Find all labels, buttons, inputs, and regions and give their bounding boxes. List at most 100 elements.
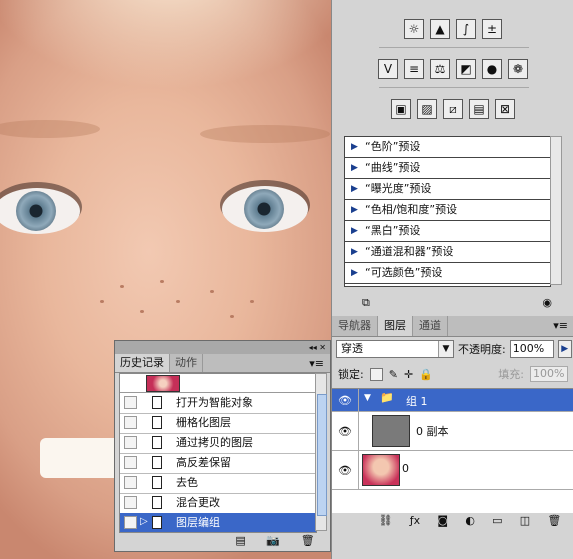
history-footer: ▤ 📷 🗑 <box>225 534 325 547</box>
tab-channels[interactable]: 通道 <box>413 316 448 336</box>
layer-row-group[interactable]: 👁 ▼ 📁 组 1 <box>332 389 573 412</box>
preset-item[interactable]: ▶ “色相/饱和度”预设 <box>345 200 550 221</box>
clip-icon[interactable]: ⧉ <box>362 296 370 310</box>
fx-icon[interactable]: ƒx <box>410 514 420 527</box>
expand-arrow-icon: ▶ <box>351 163 358 173</box>
expand-arrow-icon: ▶ <box>351 268 358 278</box>
preset-item[interactable]: ▶ “曲线”预设 <box>345 158 550 179</box>
history-item[interactable]: 打开为智能对象 <box>120 393 316 414</box>
history-source-checkbox[interactable] <box>124 516 137 529</box>
adjustments-panel: ☼ ▲ ∫ ± V ≡ ⚖ ◩ ● ❁ ▣ ▨ ⧄ ▤ ⊠ ▶ “色阶”预设 ▶ “… <box>331 0 573 316</box>
lock-label: 锁定: <box>338 368 364 381</box>
channel-mixer-icon[interactable]: ❁ <box>508 59 528 79</box>
blend-opacity-row: 穿透 ▼ 不透明度: 100% ▶ <box>336 340 572 358</box>
trash-icon[interactable]: 🗑 <box>547 514 561 527</box>
folder-icon: 📁 <box>380 391 394 404</box>
invert-icon[interactable]: ▣ <box>391 99 411 119</box>
brightness-icon[interactable]: ☼ <box>404 19 424 39</box>
opacity-label: 不透明度: <box>458 343 506 356</box>
history-item[interactable]: 通过拷贝的图层 <box>120 433 316 454</box>
layer-row[interactable]: 👁 0 副本 <box>332 412 573 451</box>
posterize-icon[interactable]: ▨ <box>417 99 437 119</box>
history-item[interactable]: 混合更改 <box>120 493 316 514</box>
history-item[interactable]: 高反差保留 <box>120 453 316 474</box>
vibrance-icon[interactable]: V <box>378 59 398 79</box>
history-source-checkbox[interactable] <box>124 436 137 449</box>
history-item[interactable]: 去色 <box>120 473 316 494</box>
preset-item[interactable]: ▶ “色阶”预设 <box>345 137 550 158</box>
lock-row: 锁定: ✎ ✛ 🔒 填充: 100% <box>338 366 568 382</box>
blend-mode-select[interactable]: 穿透 ▼ <box>336 340 454 358</box>
visibility-eye-icon[interactable]: 👁 <box>332 389 359 411</box>
channel-circles-icon[interactable]: ◉ <box>542 296 552 310</box>
tab-actions[interactable]: 动作 <box>170 354 203 372</box>
lock-transparent-icon[interactable] <box>369 367 383 381</box>
divider <box>379 87 529 88</box>
history-scrollbar[interactable] <box>315 373 327 531</box>
panel-menu-icon[interactable]: ▾≡ <box>309 354 330 372</box>
layer-row[interactable]: 👁 0 <box>332 451 573 490</box>
photo-filter-icon[interactable]: ● <box>482 59 502 79</box>
link-icon[interactable]: ⛓ <box>379 514 393 527</box>
fill-input[interactable]: 100% <box>530 366 568 382</box>
history-source-checkbox[interactable] <box>124 456 137 469</box>
history-source-checkbox[interactable] <box>124 396 137 409</box>
visibility-eye-icon[interactable]: 👁 <box>332 451 359 489</box>
lock-image-icon[interactable]: ✎ <box>389 368 398 381</box>
mask-icon[interactable]: ◙ <box>437 514 448 527</box>
preset-label: “曝光度”预设 <box>365 182 432 195</box>
history-item-label: 图层编组 <box>176 516 220 529</box>
layer-thumbnail <box>362 454 400 486</box>
visibility-eye-icon[interactable]: 👁 <box>332 412 359 450</box>
history-item[interactable]: ▷ 图层编组 <box>120 513 316 532</box>
folder-icon[interactable]: ▭ <box>492 514 502 527</box>
exposure-icon[interactable]: ± <box>482 19 502 39</box>
tab-navigator[interactable]: 导航器 <box>332 316 378 336</box>
curves-icon[interactable]: ∫ <box>456 19 476 39</box>
hue-saturation-icon[interactable]: ≡ <box>404 59 424 79</box>
adjustment-icon[interactable]: ◐ <box>465 514 475 527</box>
expand-arrow-icon[interactable]: ▼ <box>364 393 371 403</box>
left-eye <box>0 188 80 234</box>
panel-menu-icon[interactable]: ▾≡ <box>553 316 573 336</box>
scrollbar-thumb[interactable] <box>317 394 327 516</box>
gradient-map-icon[interactable]: ▤ <box>469 99 489 119</box>
history-source-checkbox[interactable] <box>124 476 137 489</box>
fill-label: 填充: <box>498 368 524 381</box>
color-balance-icon[interactable]: ⚖ <box>430 59 450 79</box>
lock-position-icon[interactable]: ✛ <box>404 368 413 381</box>
expand-arrow-icon: ▶ <box>351 184 358 194</box>
opacity-slider-button[interactable]: ▶ <box>557 340 572 358</box>
tab-history[interactable]: 历史记录 <box>115 354 170 372</box>
history-state-arrow-icon: ▷ <box>140 516 148 527</box>
panel-collapse-icon[interactable]: ◂◂ ✕ <box>115 341 330 354</box>
document-icon <box>152 516 162 529</box>
document-icon <box>152 396 162 409</box>
history-item-label: 通过拷贝的图层 <box>176 436 253 449</box>
preset-label: “曲线”预设 <box>365 161 421 174</box>
threshold-icon[interactable]: ⧄ <box>443 99 463 119</box>
adjustment-row-1: ☼ ▲ ∫ ± <box>332 19 573 39</box>
layers-footer: ⛓ ƒx ◙ ◐ ▭ ◫ 🗑 <box>370 514 570 527</box>
preset-item[interactable]: ▶ “曝光度”预设 <box>345 179 550 200</box>
selective-color-icon[interactable]: ⊠ <box>495 99 515 119</box>
presets-scrollbar[interactable] <box>550 136 562 285</box>
history-item[interactable]: 栅格化图层 <box>120 413 316 434</box>
history-source-checkbox[interactable] <box>124 496 137 509</box>
trash-icon[interactable]: 🗑 <box>301 534 315 547</box>
history-source-checkbox[interactable] <box>124 416 137 429</box>
black-white-icon[interactable]: ◩ <box>456 59 476 79</box>
layer-thumbnail <box>372 415 410 447</box>
camera-icon[interactable]: 📷 <box>266 534 280 547</box>
lock-all-icon[interactable]: 🔒 <box>419 368 433 381</box>
tab-layers[interactable]: 图层 <box>378 316 413 336</box>
preset-item[interactable]: ▶ “通道混和器”预设 <box>345 242 550 263</box>
expand-arrow-icon: ▶ <box>351 205 358 215</box>
new-document-icon[interactable]: ▤ <box>235 534 245 547</box>
preset-item[interactable]: ▶ “可选颜色”预设 <box>345 263 550 284</box>
opacity-input[interactable]: 100% <box>509 340 554 358</box>
snapshot-row[interactable] <box>120 374 316 393</box>
new-layer-icon[interactable]: ◫ <box>520 514 530 527</box>
preset-item[interactable]: ▶ “黑白”预设 <box>345 221 550 242</box>
levels-icon[interactable]: ▲ <box>430 19 450 39</box>
